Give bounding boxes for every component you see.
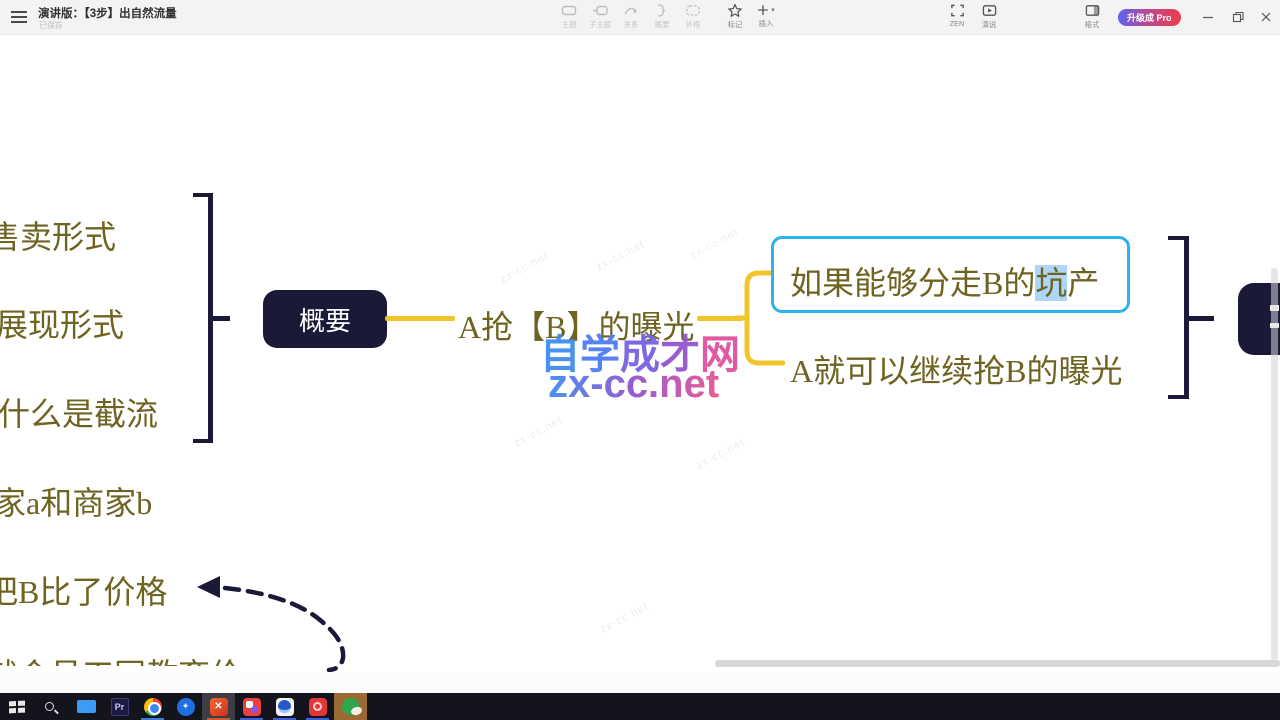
- relationship-arrow[interactable]: [195, 570, 370, 672]
- horizontal-scrollbar[interactable]: [715, 660, 1280, 667]
- topic-text[interactable]: 什么是截流: [0, 389, 158, 435]
- minimize-button[interactable]: [1200, 9, 1216, 25]
- faint-watermark: zx-cc.net: [512, 414, 564, 449]
- view-toolbar: ZEN 演说 格式: [941, 3, 1108, 30]
- topic-text-segment: 如果能够分走B的: [790, 265, 1035, 301]
- topic-text[interactable]: 把B比了价格: [0, 567, 167, 613]
- window-bottom-strip: [0, 672, 1280, 693]
- premiere-icon: Pr: [111, 698, 129, 716]
- document-title: 演讲版：【3步】出自然流量: [38, 5, 177, 21]
- taskbar-app-player[interactable]: ✦: [169, 693, 202, 720]
- marker-button[interactable]: 标记: [719, 3, 750, 30]
- star-icon: [727, 3, 743, 18]
- summary-bracket-left: [193, 193, 213, 443]
- start-button[interactable]: [0, 693, 33, 720]
- red-app-icon: [309, 698, 327, 716]
- taskbar-app-social[interactable]: [301, 693, 334, 720]
- taskbar-app-chat-active[interactable]: [334, 693, 367, 720]
- faint-watermark: zx-cc.net: [594, 238, 646, 273]
- upgrade-pro-button[interactable]: 升级成 Pro: [1118, 9, 1181, 26]
- restore-icon: [1232, 11, 1244, 23]
- summary-bracket-stub: [1188, 316, 1214, 321]
- windows-logo-icon: [9, 700, 25, 712]
- green-chat-app-icon: [342, 698, 359, 715]
- relationship-icon: [623, 3, 639, 18]
- summary-icon: [654, 3, 670, 18]
- topic-text[interactable]: A就可以继续抢B的曝光: [790, 346, 1122, 392]
- relationship-button[interactable]: 关系: [615, 3, 646, 30]
- red-purple-app-icon: [243, 698, 261, 716]
- main-toolbar: 主题 子主题 关系 概要 外框 标记 ▾ 插入: [553, 3, 781, 30]
- chrome-icon: [144, 698, 162, 716]
- mindmap-canvas[interactable]: zx-cc.net zx-cc.net zx-cc.net zx-cc.net …: [0, 36, 1280, 672]
- windows-taskbar: Pr ✦ ✕: [0, 693, 1280, 720]
- topic-text[interactable]: 展现形式: [0, 300, 124, 346]
- taskbar-app-video-editor[interactable]: [235, 693, 268, 720]
- xmind-icon: ✕: [210, 698, 228, 716]
- summary-bracket-stub: [212, 316, 230, 321]
- faint-watermark: zx-cc.net: [498, 250, 550, 285]
- summary-button[interactable]: 概要: [646, 3, 677, 30]
- close-button[interactable]: [1258, 9, 1274, 25]
- taskbar-app-premiere[interactable]: Pr: [103, 693, 136, 720]
- subtopic-button[interactable]: 子主题: [584, 3, 615, 30]
- branch-connector: [385, 316, 455, 321]
- highlighted-character: 坑: [1035, 265, 1067, 301]
- boundary-button[interactable]: 外框: [677, 3, 708, 30]
- title-bar: 演讲版：【3步】出自然流量 已保存 主题 子主题 关系 概要 外框 标记: [0, 0, 1280, 35]
- chevron-down-icon: ▾: [771, 6, 775, 14]
- side-panel-icon: [1085, 3, 1100, 18]
- watermark-line2: zx-cc.net: [548, 362, 719, 407]
- topic-text[interactable]: 售卖形式: [0, 212, 116, 258]
- close-icon: [1260, 11, 1272, 23]
- zen-mode-button[interactable]: ZEN: [941, 3, 973, 30]
- faint-watermark: zx-cc.net: [598, 600, 650, 635]
- taskbar-search-button[interactable]: [33, 693, 66, 720]
- search-icon: [45, 702, 54, 711]
- summary-bracket-right: [1168, 236, 1189, 399]
- arrowhead: [197, 576, 220, 598]
- blue-app-icon: [77, 700, 96, 713]
- play-icon: [982, 3, 997, 18]
- plus-icon: [756, 3, 770, 17]
- faint-watermark: zx-cc.net: [694, 436, 746, 471]
- minimize-icon: [1202, 11, 1214, 23]
- presentation-button[interactable]: 演说: [973, 3, 1005, 30]
- taskbar-app-messenger[interactable]: [268, 693, 301, 720]
- taskbar-app-movies[interactable]: [70, 693, 103, 720]
- save-status: 已保存: [39, 20, 63, 31]
- blue-circle-app-icon: ✦: [177, 698, 195, 716]
- topic-button[interactable]: 主题: [553, 3, 584, 30]
- hamburger-menu-icon[interactable]: [11, 11, 27, 23]
- overview-node[interactable]: 概要: [263, 290, 387, 348]
- boundary-icon: [685, 3, 701, 18]
- zen-brackets-icon: [950, 3, 965, 18]
- vertical-scrollbar[interactable]: [1271, 268, 1278, 660]
- taskbar-app-xmind-active[interactable]: ✕: [202, 693, 235, 720]
- subtopic-icon: [592, 3, 608, 18]
- faint-watermark: zx-cc.net: [688, 226, 740, 261]
- selected-topic-text[interactable]: 如果能够分走B的坑产: [790, 258, 1099, 304]
- format-panel-button[interactable]: 格式: [1076, 3, 1108, 30]
- restore-button[interactable]: [1230, 9, 1246, 25]
- blue-dot-app-icon: [276, 698, 294, 716]
- topic-icon: [561, 3, 577, 18]
- insert-button[interactable]: ▾ 插入: [750, 3, 781, 29]
- topic-text[interactable]: 家a和商家b: [0, 478, 152, 524]
- taskbar-app-chrome[interactable]: [136, 693, 169, 720]
- topic-text-segment: 产: [1067, 265, 1099, 301]
